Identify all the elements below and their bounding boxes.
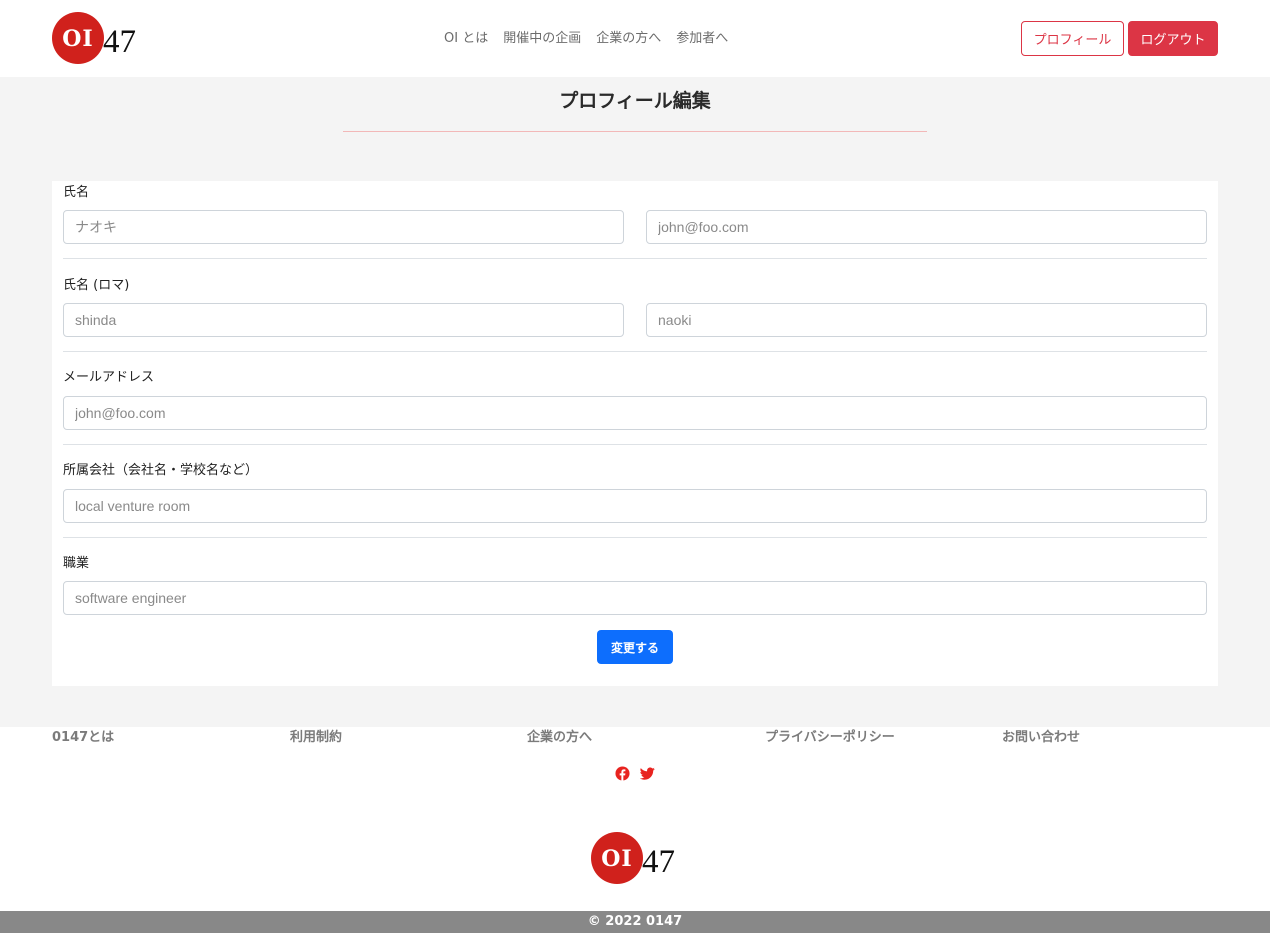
profile-edit-form: 氏名 氏名 (ロマ) メールアドレス 所属会社（会社名・学校名など） 職業 変更… — [52, 181, 1218, 686]
profile-button[interactable]: プロフィール — [1021, 21, 1124, 56]
divider — [63, 537, 1207, 538]
company-input[interactable] — [63, 489, 1207, 523]
divider — [63, 258, 1207, 259]
page-title: プロフィール編集 — [559, 90, 711, 112]
logo-mark: OI — [601, 846, 633, 872]
first-name-roman-input[interactable] — [646, 303, 1207, 337]
nav-item-about[interactable]: OI とは — [444, 29, 488, 49]
name-label: 氏名 — [63, 185, 90, 200]
facebook-icon[interactable] — [615, 766, 630, 781]
company-label: 所属会社（会社名・学校名など） — [63, 463, 259, 478]
occupation-label: 職業 — [63, 556, 90, 571]
email-label: メールアドレス — [63, 370, 155, 385]
logout-button[interactable]: ログアウト — [1128, 21, 1218, 56]
footer-link-privacy[interactable]: プライバシーポリシー — [765, 730, 895, 746]
last-name-roman-input[interactable] — [63, 303, 624, 337]
first-name-input[interactable] — [646, 210, 1207, 244]
name-roman-label: 氏名 (ロマ) — [63, 278, 130, 293]
footer-link-for-companies[interactable]: 企業の方へ — [527, 730, 592, 746]
email-input[interactable] — [63, 396, 1207, 430]
submit-button[interactable]: 変更する — [597, 630, 673, 664]
footer-link-terms[interactable]: 利用制約 — [290, 730, 342, 746]
nav-item-for-companies[interactable]: 企業の方へ — [596, 29, 661, 49]
copyright-text: © 2022 0147 — [587, 914, 683, 929]
site-header: OI 47 OI とは 開催中の企画 企業の方へ 参加者へ プロフィール ログア… — [0, 0, 1270, 77]
logo-number: 47 — [642, 844, 675, 880]
title-divider — [343, 131, 927, 132]
divider — [63, 444, 1207, 445]
logo-mark: OI — [62, 26, 94, 52]
footer-logo[interactable]: OI 47 — [591, 832, 683, 884]
occupation-input[interactable] — [63, 581, 1207, 615]
divider — [63, 351, 1207, 352]
twitter-icon[interactable] — [639, 766, 655, 781]
site-logo[interactable]: OI 47 — [52, 12, 144, 64]
main-content: プロフィール編集 氏名 氏名 (ロマ) メールアドレス 所属会社（会社名・学校名… — [0, 77, 1270, 727]
copyright-bar: © 2022 0147 — [0, 911, 1270, 933]
footer-link-about[interactable]: 0147とは — [52, 730, 114, 746]
nav-item-current-projects[interactable]: 開催中の企画 — [503, 29, 581, 49]
last-name-input[interactable] — [63, 210, 624, 244]
footer-link-contact[interactable]: お問い合わせ — [1002, 730, 1080, 746]
nav-item-for-participants[interactable]: 参加者へ — [676, 29, 728, 49]
main-nav: OI とは 開催中の企画 企業の方へ 参加者へ — [444, 29, 728, 49]
logo-number: 47 — [103, 24, 136, 60]
